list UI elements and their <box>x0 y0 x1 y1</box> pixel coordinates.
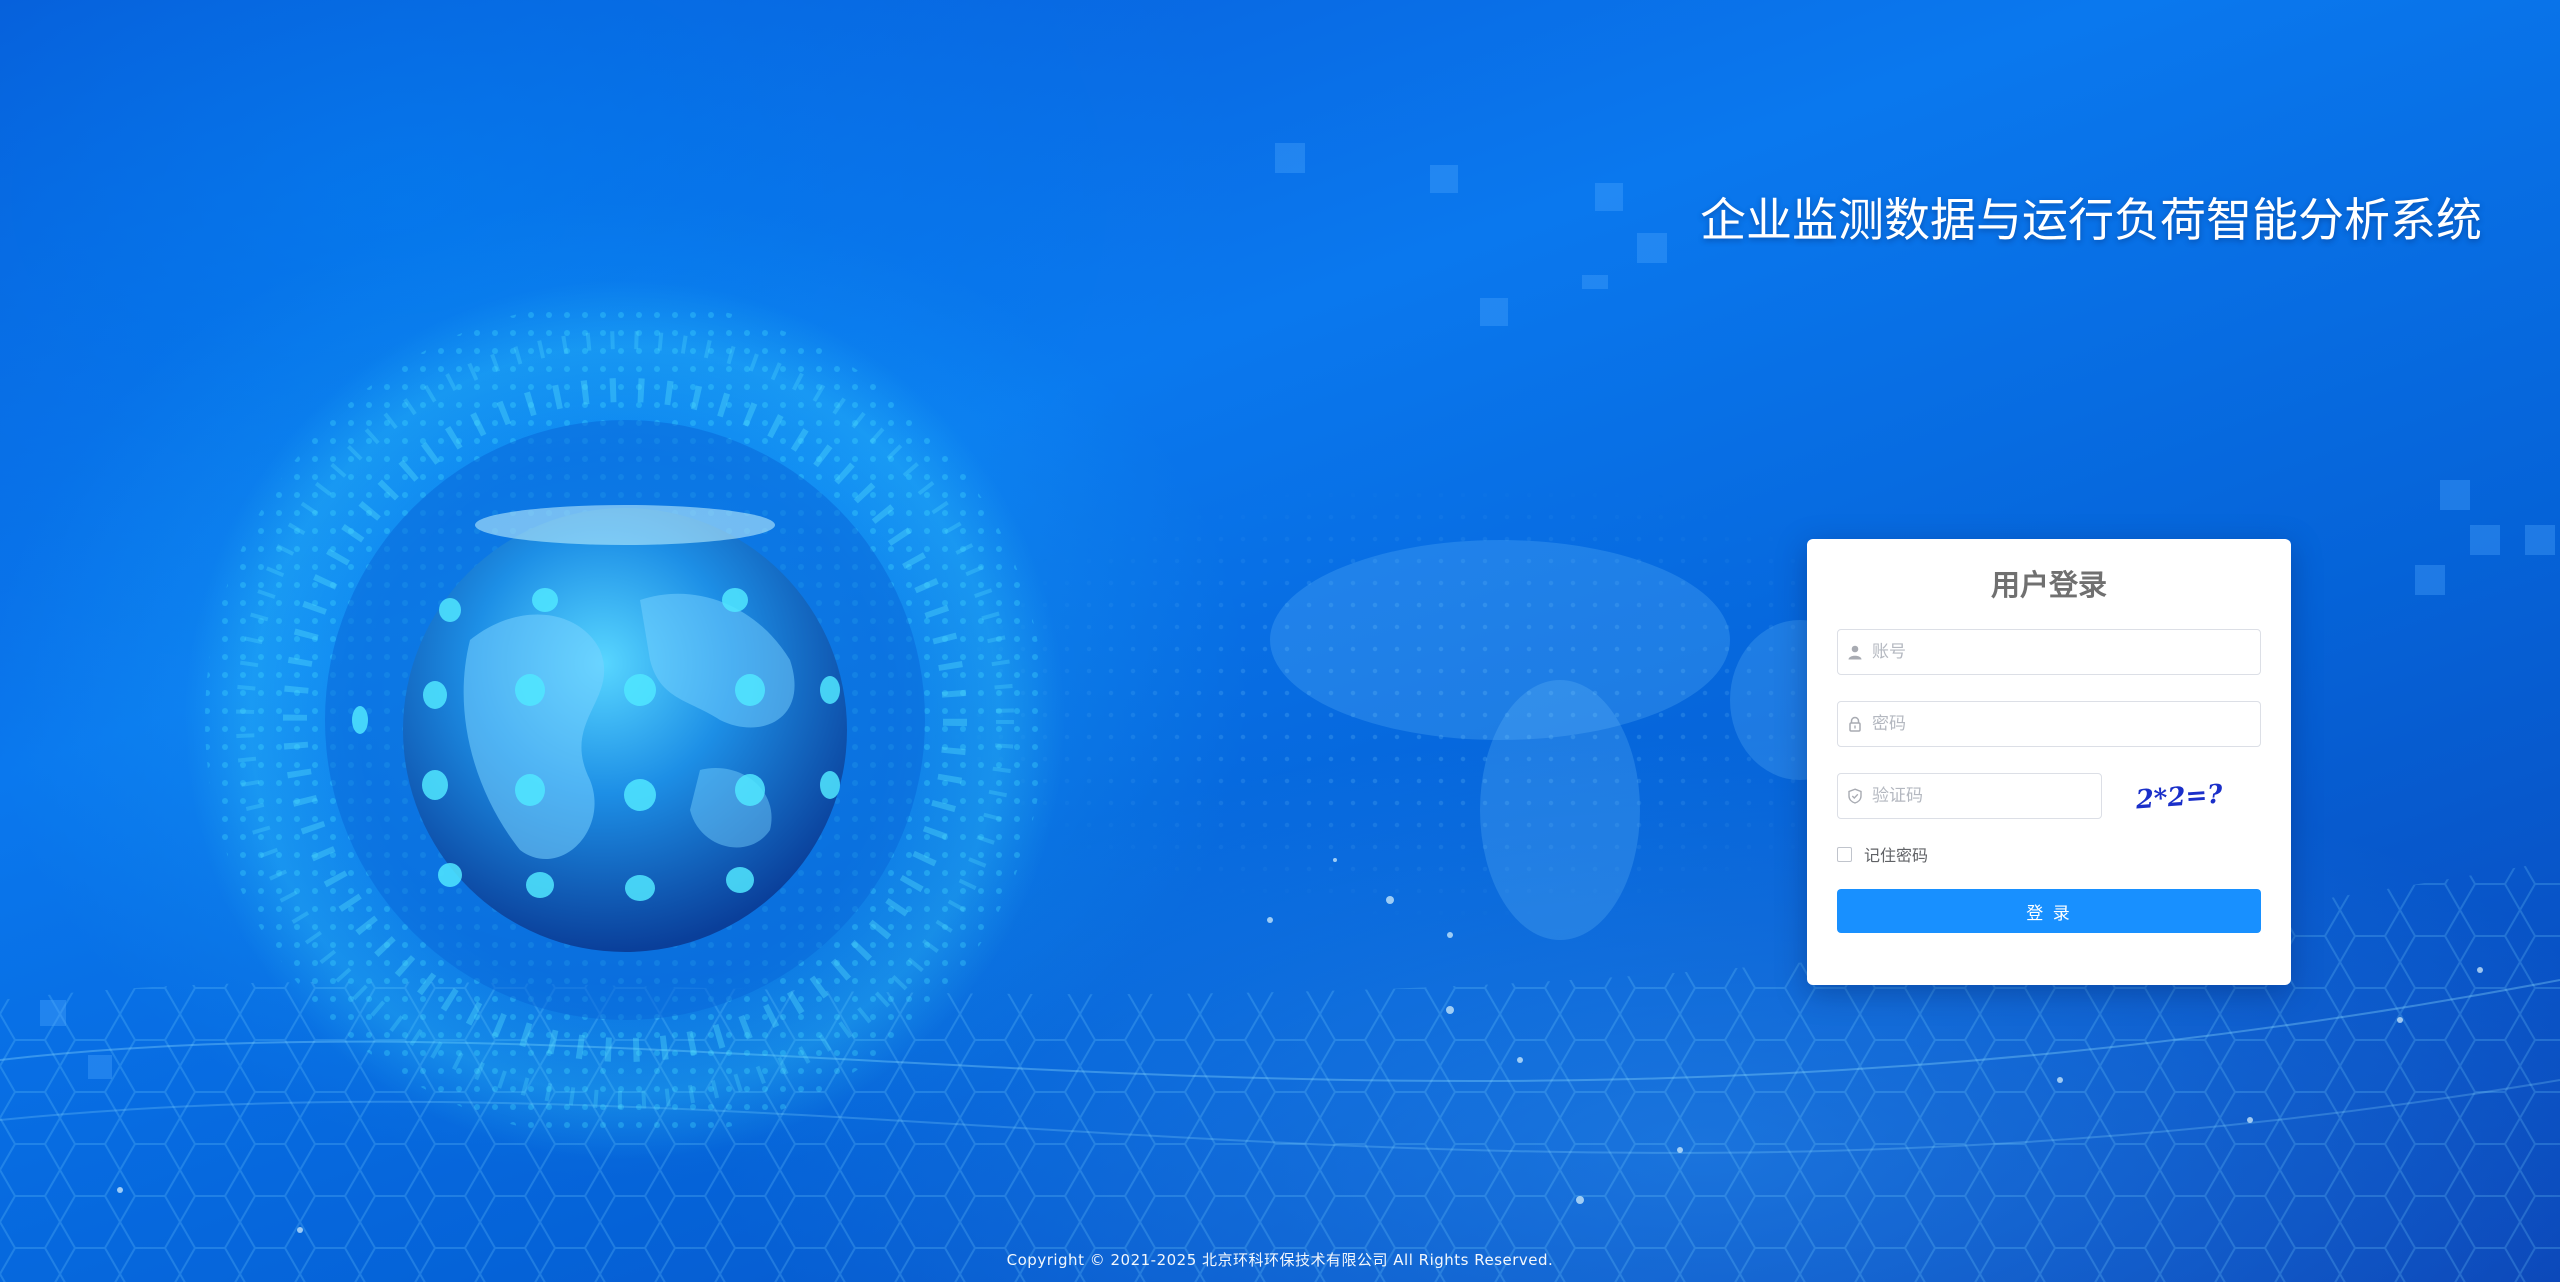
lock-icon <box>1838 702 1872 746</box>
login-button[interactable]: 登 录 <box>1837 889 2261 933</box>
captcha-text: 2*2=? <box>2134 779 2224 815</box>
captcha-graphic: 2*2=? <box>2134 779 2224 815</box>
remember-checkbox[interactable] <box>1837 846 1852 862</box>
login-card: 用户登录 账号 验证码 2*2=? 记住密码 登 录 <box>1807 539 2291 985</box>
remember-label[interactable]: 记住密码 <box>1864 842 1928 866</box>
password-input[interactable] <box>1872 702 2260 746</box>
username-field[interactable] <box>1837 629 2261 675</box>
footer-copyright: Copyright © 2021-2025 北京环科环保技术有限公司 All R… <box>1006 1251 1554 1269</box>
shield-icon <box>1838 774 1872 818</box>
captcha-input[interactable] <box>1872 774 2102 818</box>
login-title: 用户登录 <box>1990 568 2107 602</box>
password-field[interactable] <box>1837 701 2261 747</box>
login-page: 企业监测数据与运行负荷智能分析系统 用户登录 账号 验证码 2*2=? 记住密码… <box>0 0 2560 1282</box>
captcha-image[interactable]: 2*2=? <box>2132 773 2261 819</box>
username-input[interactable] <box>1872 630 2260 674</box>
remember-row: 记住密码 <box>1837 843 2261 865</box>
user-icon <box>1838 630 1872 674</box>
system-title: 企业监测数据与运行负荷智能分析系统 <box>1700 193 2482 247</box>
captcha-field[interactable] <box>1837 773 2103 819</box>
captcha-row: 2*2=? <box>1837 773 2261 819</box>
